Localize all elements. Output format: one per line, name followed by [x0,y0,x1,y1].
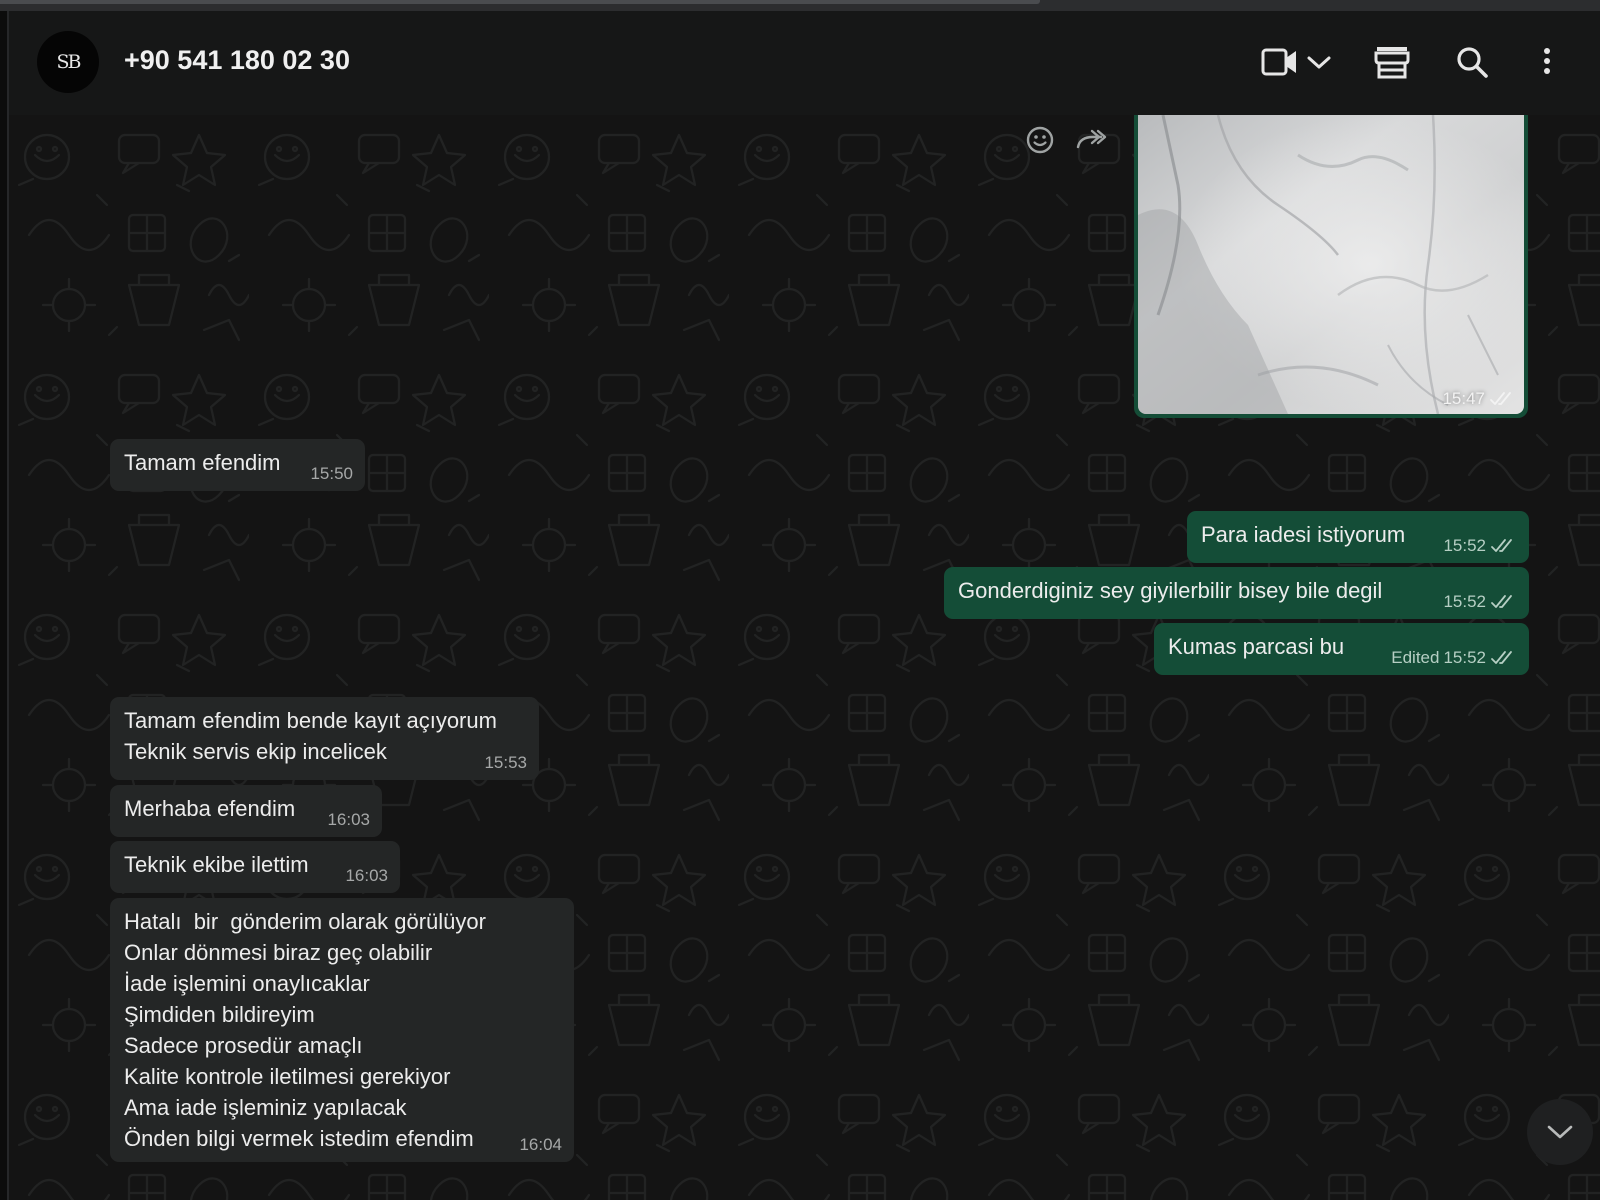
message-time: 16:03 [345,866,388,885]
message-meta: 15:47 [1442,389,1516,409]
message-time: 15:47 [1442,389,1485,408]
message-time: 15:53 [484,753,527,772]
contact-name[interactable]: +90 541 180 02 30 [124,45,350,76]
message-text: Hatalı bir gönderim olarak görülüyor Onl… [124,909,486,1151]
chevron-down-icon[interactable] [1306,55,1332,71]
avatar[interactable]: SB [37,31,99,93]
message-text: Teknik ekibe ilettim [124,852,309,877]
message-meta: 15:52 [1443,592,1517,612]
scroll-to-bottom-button[interactable] [1527,1099,1593,1165]
message-text: Tamam efendim bende kayıt açıyorum Tekni… [124,708,497,764]
message-text: Tamam efendim [124,450,281,475]
incoming-message[interactable]: Merhaba efendim 16:03 [110,785,382,837]
read-double-check-icon [1490,392,1511,405]
incoming-message[interactable]: Tamam efendim bende kayıt açıyorum Tekni… [110,697,539,780]
message-time: 16:04 [519,1135,562,1154]
message-meta: 15:52 [1443,536,1517,556]
message-list[interactable]: 15:47 Tamam efendim 15:50 Para iadesi is… [9,115,1600,1200]
window-top-strip [0,0,1600,11]
chat-header[interactable]: SB +90 541 180 02 30 [9,11,1600,115]
browser-tab-bar [0,0,1040,4]
outgoing-message[interactable]: Para iadesi istiyorum 15:52 [1187,511,1529,563]
message-meta: 15:53 [484,753,527,773]
chevron-down-icon [1547,1125,1573,1139]
message-meta: 16:03 [345,866,388,886]
store-icon[interactable] [1374,45,1410,79]
incoming-message[interactable]: Hatalı bir gönderim olarak görülüyor Onl… [110,898,574,1162]
message-time: 15:52 [1443,536,1486,555]
search-icon[interactable] [1455,45,1489,79]
read-double-check-icon [1491,651,1512,664]
message-text: Merhaba efendim [124,796,296,821]
incoming-message[interactable]: Teknik ekibe ilettim 16:03 [110,841,400,893]
video-call-icon[interactable] [1261,47,1299,77]
read-double-check-icon [1491,595,1512,608]
message-meta: Edited 15:52 [1391,648,1517,668]
message-time: 15:52 [1443,648,1486,667]
message-meta: 15:50 [310,464,353,484]
read-double-check-icon [1491,539,1512,552]
message-time: 15:50 [310,464,353,483]
edited-label: Edited [1391,648,1440,667]
message-text: Gonderdiginiz sey giyilerbilir bisey bil… [958,578,1383,603]
message-text: Kumas parcasi bu [1168,634,1345,659]
forward-icon[interactable] [1075,127,1107,153]
outgoing-message[interactable]: Gonderdiginiz sey giyilerbilir bisey bil… [944,567,1529,619]
incoming-message[interactable]: Tamam efendim 15:50 [110,439,365,491]
message-time: 15:52 [1443,592,1486,611]
message-time: 16:03 [327,810,370,829]
outgoing-message[interactable]: Kumas parcasi bu Edited 15:52 [1154,623,1529,675]
message-text: Para iadesi istiyorum [1201,522,1406,547]
message-meta: 16:03 [327,810,370,830]
fabric-photo[interactable] [1138,115,1524,414]
emoji-react-icon[interactable] [1025,125,1055,155]
message-meta: 16:04 [519,1135,562,1155]
more-options-icon[interactable] [1541,47,1553,77]
image-message[interactable]: 15:47 [1134,115,1528,418]
